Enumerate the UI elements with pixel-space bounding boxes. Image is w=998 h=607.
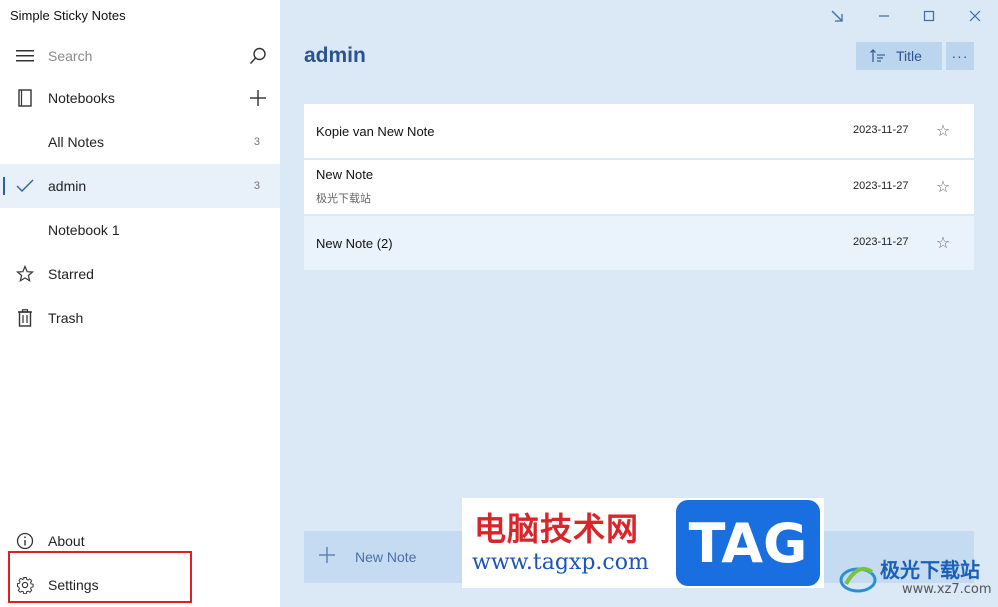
plus-icon [318, 546, 336, 569]
hamburger-menu-icon[interactable] [15, 46, 35, 66]
selection-indicator [3, 177, 5, 195]
star-icon[interactable]: ☆ [934, 122, 952, 140]
note-date: 2023-11-27 [853, 236, 909, 248]
minimize-icon[interactable] [872, 4, 896, 28]
page-title: admin [304, 44, 366, 67]
note-title: New Note (2) [316, 236, 393, 251]
watermark-cn-text: 电脑技术网 [474, 510, 640, 548]
sidebar-item-starred[interactable]: Starred [0, 252, 280, 296]
note-date: 2023-11-27 [853, 180, 909, 192]
sidebar-item-label: admin [48, 178, 87, 194]
star-icon[interactable]: ☆ [934, 234, 952, 252]
note-title: New Note [316, 167, 374, 182]
note-title: Kopie van New Note [316, 124, 435, 139]
watermark-url: www.tagxp.com [472, 550, 649, 575]
note-card[interactable]: Kopie van New Note 2023-11-27 ☆ [304, 104, 974, 158]
sidebar-item-label: Notebook 1 [48, 222, 120, 238]
sidebar-item-all-notes[interactable]: All Notes 3 [0, 120, 280, 164]
search-row[interactable]: Search [0, 34, 280, 78]
watermark-tag-logo: TAG [672, 498, 824, 588]
settings-highlight-box [8, 551, 192, 603]
trash-icon [15, 308, 35, 328]
info-icon [15, 531, 35, 551]
aurora-logo-icon [839, 567, 877, 593]
sidebar-item-label: About [48, 533, 85, 549]
close-icon[interactable] [963, 4, 987, 28]
sidebar-item-trash[interactable]: Trash [0, 296, 280, 340]
new-note-label: New Note [355, 549, 417, 565]
note-date: 2023-11-27 [853, 124, 909, 136]
more-options-button[interactable]: ··· [946, 42, 974, 70]
sidebar-item-admin[interactable]: admin 3 [0, 164, 280, 208]
watermark-site-url: www.xz7.com [902, 582, 992, 597]
app-title: Simple Sticky Notes [10, 8, 126, 23]
note-count: 3 [253, 180, 260, 192]
sort-ascending-icon [870, 49, 886, 63]
sort-label: Title [896, 48, 922, 64]
search-input[interactable]: Search [48, 48, 92, 64]
watermark-tagxp: 电脑技术网 www.tagxp.com [462, 498, 672, 588]
star-icon[interactable]: ☆ [934, 178, 952, 196]
sidebar: Simple Sticky Notes Search Notebooks All… [0, 0, 280, 607]
watermark-site-name: 极光下载站 [880, 558, 980, 582]
maximize-icon[interactable] [917, 4, 941, 28]
add-notebook-icon[interactable] [248, 88, 268, 108]
compact-overlay-icon[interactable] [825, 4, 849, 28]
notebook-icon [15, 88, 35, 108]
notebooks-label: Notebooks [48, 90, 115, 106]
sidebar-item-label: Trash [48, 310, 84, 326]
sort-button[interactable]: Title [856, 42, 942, 70]
star-icon [15, 264, 35, 284]
sidebar-item-label: All Notes [48, 134, 105, 150]
watermark-tag-text: TAG [676, 500, 820, 586]
sidebar-item-notebook-1[interactable]: Notebook 1 [0, 208, 280, 252]
note-count: 3 [253, 136, 260, 148]
note-card[interactable]: New Note 极光下载站 2023-11-27 ☆ [304, 160, 974, 214]
checkmark-icon [15, 176, 35, 196]
notebooks-header[interactable]: Notebooks [0, 76, 280, 120]
note-preview: 极光下载站 [316, 193, 371, 205]
sidebar-item-label: Starred [48, 266, 94, 282]
note-card[interactable]: New Note (2) 2023-11-27 ☆ [304, 216, 974, 270]
watermark-xz7: 极光下载站 www.xz7.com [832, 548, 998, 607]
search-icon[interactable] [248, 46, 268, 66]
